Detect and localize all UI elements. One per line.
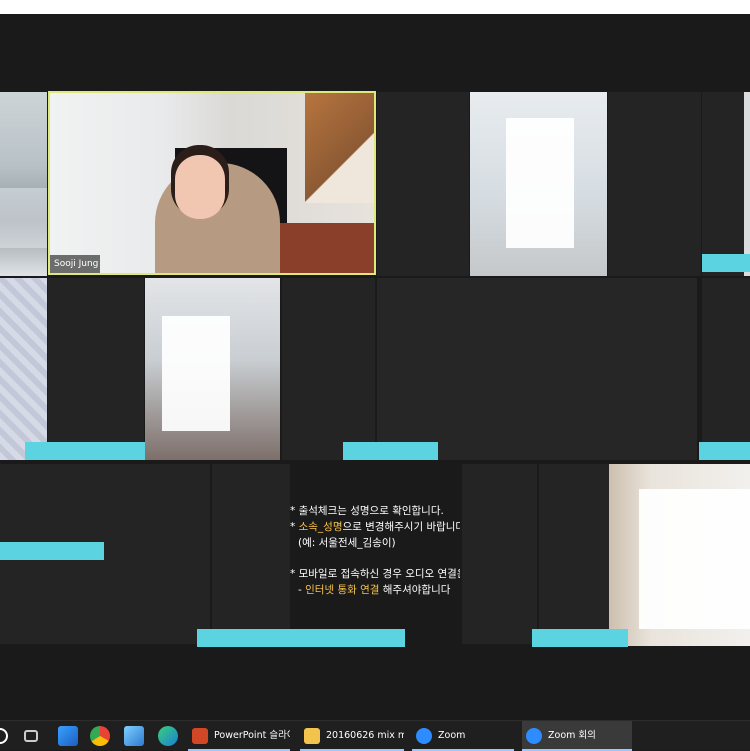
participant-video [0,92,47,276]
powerpoint-icon [192,728,208,744]
participant-tile[interactable] [0,278,47,460]
taskbar-app-label: Zoom [438,730,466,741]
person-head [175,155,225,219]
participant-tile[interactable] [470,92,607,276]
participant-name: Sooji Jung [50,255,100,273]
folder-icon [304,728,320,744]
participant-tile[interactable] [702,278,750,460]
window-top-strip [0,0,750,14]
notice-line: * 출석체크는 성명으로 확인합니다. [290,505,444,517]
windows-taskbar: PowerPoint 슬라이... 20160626 mix ma... Zoo… [0,720,750,751]
app-icon[interactable] [58,726,78,746]
taskbar-app-folder[interactable]: 20160626 mix ma... [300,721,404,751]
participant-tile[interactable] [377,92,469,276]
taskbar-app-label: Zoom 회의 [548,730,596,741]
participant-tile[interactable] [608,92,701,276]
taskbar-app-zoom[interactable]: Zoom [412,721,514,751]
participant-name [699,442,750,460]
privacy-blur [639,489,750,629]
zoom-icon [416,728,432,744]
meeting-notice: * 출석체크는 성명으로 확인합니다. * 소속_성명으로 변경해주시기 바랍니… [290,504,460,654]
participant-name [532,629,628,647]
notice-line: (예: 서울전세_김송이) [298,536,396,549]
taskbar-app-label: PowerPoint 슬라이... [214,730,290,741]
privacy-blur [162,316,230,431]
notice-line [290,551,460,567]
privacy-blur [506,118,574,248]
participant-tile[interactable] [48,278,144,460]
taskbar-app-zoom-meeting[interactable]: Zoom 회의 [522,721,632,751]
participant-name [343,442,438,460]
participant-video [50,93,374,273]
notice-line: * 소속_성명으로 변경해주시기 바랍니다 [290,520,460,533]
participant-tile[interactable] [212,464,290,644]
taskbar-app-label: 20160626 mix ma... [326,730,404,741]
participant-tile[interactable] [282,278,375,460]
zoom-icon [526,728,542,744]
participant-tile[interactable] [702,92,750,276]
taskbar-app-powerpoint[interactable]: PowerPoint 슬라이... [188,721,290,751]
participant-name [702,254,750,272]
app-icon[interactable] [124,726,144,746]
gallery-view: Sooji Jung * 출석체크는 성명으로 확인합니다. * 소속_성명으로… [0,14,750,720]
participant-tile[interactable] [0,92,47,276]
participant-tile[interactable] [377,278,697,460]
participant-tile[interactable] [145,278,280,460]
participant-tile[interactable] [539,464,609,644]
participant-name [0,542,104,560]
participant-video [0,278,47,460]
chrome-icon[interactable] [90,726,110,746]
task-view-icon[interactable] [24,730,38,742]
search-circle-icon[interactable] [0,728,8,744]
notice-line: - 인터넷 통화 연결 해주셔야합니다 [298,583,451,596]
participant-video [744,92,750,276]
staircase [305,93,374,203]
participant-tile[interactable] [609,464,750,646]
participant-tile-active-speaker[interactable]: Sooji Jung [48,91,376,275]
participant-name [25,442,145,460]
privacy-blur [0,188,47,248]
notice-line: * 모바일로 접속하신 경우 오디오 연결은 [290,568,460,580]
edge-icon[interactable] [158,726,178,746]
participant-tile[interactable] [462,464,537,644]
